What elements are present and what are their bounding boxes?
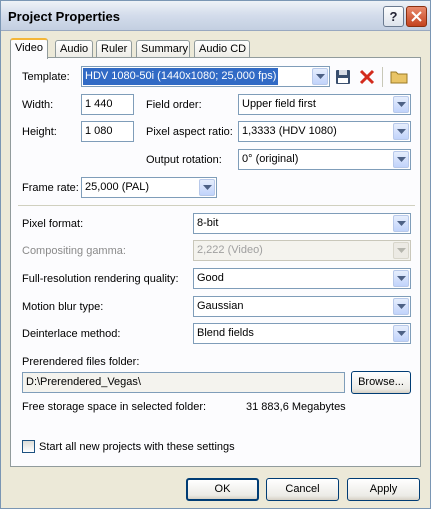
browse-button[interactable]: Browse...	[351, 371, 411, 394]
rendering-quality-select[interactable]: Good	[193, 268, 411, 289]
title-bar: Project Properties ?	[1, 1, 430, 31]
start-new-projects-checkbox[interactable]	[22, 440, 35, 453]
storage-label: Free storage space in selected folder:	[22, 401, 207, 413]
close-button[interactable]	[406, 6, 427, 27]
prerender-folder-label: Prerendered files folder:	[22, 356, 140, 368]
motion-blur-select[interactable]: Gaussian	[193, 296, 411, 317]
frame-rate-value: 25,000 (PAL)	[85, 181, 150, 193]
toolbar-divider	[382, 67, 383, 87]
template-label: Template:	[22, 71, 70, 83]
compositing-gamma-value: 2,222 (Video)	[197, 244, 263, 256]
tab-audio-cd[interactable]: Audio CD	[194, 40, 250, 58]
chevron-down-icon[interactable]	[393, 298, 409, 315]
close-icon	[411, 11, 422, 22]
pixel-format-select[interactable]: 8-bit	[193, 213, 411, 234]
window-title: Project Properties	[8, 9, 120, 24]
field-order-select[interactable]: Upper field first	[238, 94, 411, 115]
motion-blur-label: Motion blur type:	[22, 301, 104, 313]
project-properties-dialog: Project Properties ? Video Audio Ruler S…	[0, 0, 431, 509]
ok-button[interactable]: OK	[186, 478, 259, 501]
open-folder-button[interactable]	[389, 67, 409, 87]
pixel-format-label: Pixel format:	[22, 218, 84, 230]
pixel-format-value: 8-bit	[197, 217, 219, 229]
save-template-button[interactable]	[333, 67, 353, 87]
floppy-disk-icon	[336, 70, 350, 84]
output-rotation-select[interactable]: 0° (original)	[238, 149, 411, 170]
frame-rate-select[interactable]: 25,000 (PAL)	[81, 177, 217, 198]
chevron-down-icon[interactable]	[393, 215, 409, 232]
compositing-gamma-label: Compositing gamma:	[22, 245, 126, 257]
width-label: Width:	[22, 99, 54, 111]
chevron-down-icon[interactable]	[393, 325, 409, 342]
chevron-down-icon[interactable]	[393, 270, 409, 287]
deinterlace-label: Deinterlace method:	[22, 328, 121, 340]
deinterlace-value: Blend fields	[197, 327, 254, 339]
output-rotation-value: 0° (original)	[242, 153, 299, 165]
field-order-value: Upper field first	[242, 98, 316, 110]
rendering-quality-label: Full-resolution rendering quality:	[22, 273, 179, 285]
field-order-label: Field order:	[146, 99, 202, 111]
height-label: Height:	[22, 126, 57, 138]
pixel-aspect-value: 1,3333 (HDV 1080)	[242, 125, 337, 137]
motion-blur-value: Gaussian	[197, 300, 244, 312]
cancel-button[interactable]: Cancel	[266, 478, 339, 501]
chevron-down-icon[interactable]	[393, 151, 409, 168]
pixel-aspect-label: Pixel aspect ratio:	[146, 126, 233, 138]
compositing-gamma-select: 2,222 (Video)	[193, 240, 411, 261]
section-divider	[18, 205, 415, 206]
delete-template-button[interactable]	[357, 67, 377, 87]
frame-rate-label: Frame rate:	[22, 182, 79, 194]
height-input[interactable]: 1 080	[81, 121, 134, 142]
rendering-quality-value: Good	[197, 272, 224, 284]
delete-icon	[359, 69, 375, 85]
template-select[interactable]: HDV 1080-50i (1440x1080; 25,000 fps)	[81, 66, 330, 87]
chevron-down-icon[interactable]	[393, 96, 409, 113]
storage-value: 31 883,6 Megabytes	[246, 401, 346, 413]
tab-summary[interactable]: Summary	[136, 40, 190, 58]
template-value: HDV 1080-50i (1440x1080; 25,000 fps)	[83, 68, 279, 85]
tab-ruler[interactable]: Ruler	[96, 40, 132, 58]
help-button[interactable]: ?	[383, 6, 404, 27]
apply-button[interactable]: Apply	[347, 478, 420, 501]
start-new-projects-label[interactable]: Start all new projects with these settin…	[39, 441, 235, 453]
deinterlace-select[interactable]: Blend fields	[193, 323, 411, 344]
pixel-aspect-select[interactable]: 1,3333 (HDV 1080)	[238, 121, 411, 142]
chevron-down-icon[interactable]	[393, 123, 409, 140]
chevron-down-icon	[393, 242, 409, 259]
folder-icon	[390, 71, 408, 84]
tab-video[interactable]: Video	[10, 38, 48, 59]
prerender-folder-input[interactable]: D:\Prerendered_Vegas\	[22, 372, 345, 393]
tab-audio[interactable]: Audio	[55, 40, 93, 58]
output-rotation-label: Output rotation:	[146, 154, 222, 166]
chevron-down-icon[interactable]	[199, 179, 215, 196]
chevron-down-icon[interactable]	[312, 68, 328, 85]
width-input[interactable]: 1 440	[81, 94, 134, 115]
